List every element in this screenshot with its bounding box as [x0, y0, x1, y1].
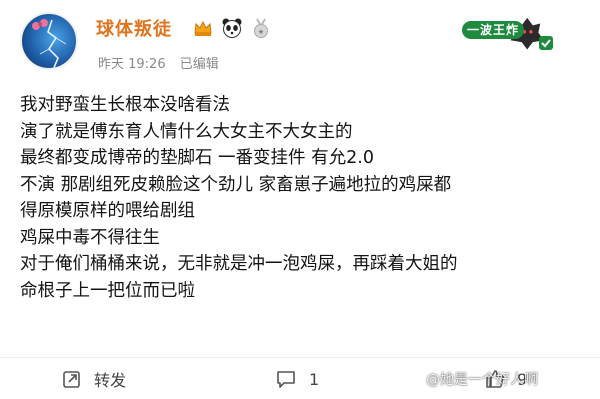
divider [0, 357, 600, 358]
content-line: 得原模原样的喂给剧组 [20, 201, 195, 221]
post-content: 我对野蛮生长根本没啥看法 演了就是傅东育人情什么大女主不大女主的 最终都变成博帝… [20, 92, 590, 304]
medal-icon: ★ [254, 18, 268, 38]
comment-button[interactable]: 1 [275, 367, 319, 391]
content-line: 命根子上一把位而已啦 [20, 280, 195, 301]
panda-icon [222, 18, 242, 38]
content-line: 演了就是傅东育人情什么大女主不大女主的 [20, 121, 353, 142]
post-time: 昨天 19:26 [98, 57, 166, 72]
edited-label: 已编辑 [179, 57, 219, 72]
content-line: 对于俺们桶桶来说，无非就是冲一泡鸡屎，再踩着大姐的 [20, 254, 458, 274]
crown-icon [194, 20, 212, 36]
weibo-post: 球体叛徒 ★ 昨天 19:26 已编辑 一波王炸 我对野蛮生长根本没啥看法 演了… [0, 0, 600, 399]
username[interactable]: 球体叛徒 [96, 15, 172, 41]
content-line: 我对野蛮生长根本没啥看法 [20, 95, 230, 115]
comment-count: 1 [309, 369, 320, 389]
share-button[interactable]: 转发 [62, 367, 126, 391]
achievement-badge: 一波王炸 [462, 21, 524, 39]
check-icon [539, 36, 553, 50]
svg-text:★: ★ [258, 28, 264, 36]
content-line: 不演 那剧组死皮赖脸这个劲儿 家畜崽子遍地拉的鸡屎都 [20, 174, 452, 195]
share-label: 转发 [94, 371, 127, 390]
comment-icon [277, 371, 295, 388]
avatar[interactable] [20, 12, 78, 70]
content-line: 鸡屎中毒不得往生 [20, 227, 160, 248]
post-meta: 昨天 19:26 已编辑 [98, 53, 229, 72]
share-icon [63, 371, 80, 388]
watermark: @她是一个好人啊 [426, 372, 538, 388]
content-line: 最终都变成博帝的垫脚石 一番变挂件 有允2.0 [20, 148, 374, 168]
